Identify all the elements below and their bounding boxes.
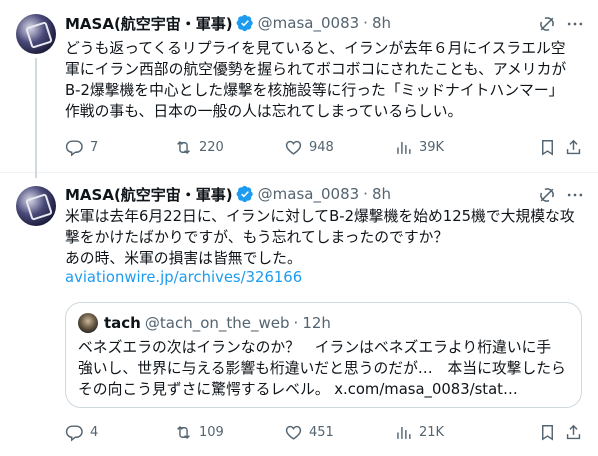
- quote-text: ベネズエラの次はイランなのか？ イランはベネズエラより桁違いに手 強いし、世界に…: [78, 339, 566, 398]
- like-icon: [285, 140, 302, 155]
- views-button[interactable]: 21K: [394, 422, 444, 442]
- bookmark-button[interactable]: [538, 422, 557, 442]
- verified-badge-icon[interactable]: [236, 185, 254, 203]
- bookmark-icon: [542, 139, 553, 156]
- views-icon: [397, 141, 411, 154]
- separator-dot: ·: [363, 185, 368, 203]
- reply-icon: [65, 139, 83, 156]
- like-button[interactable]: 948: [284, 137, 334, 157]
- grok-icon[interactable]: [537, 14, 557, 34]
- reply-count: 7: [90, 139, 99, 155]
- reply-button[interactable]: 4: [65, 422, 98, 442]
- share-icon: [566, 139, 581, 154]
- quote-header: tach @tach_on_the_web · 12h: [78, 313, 331, 333]
- repost-icon: [177, 425, 190, 439]
- repost-count: 109: [199, 424, 224, 440]
- tweet-header: MASA(航空宇宙・軍事) @masa_0083 · 8h: [65, 13, 391, 33]
- reply-count: 4: [90, 424, 99, 440]
- like-icon: [285, 425, 302, 440]
- repost-button[interactable]: 109: [174, 422, 224, 442]
- tweet[interactable]: MASA(航空宇宙・軍事) @masa_0083 · 8h 米軍は去年6月22日…: [0, 173, 598, 456]
- quoted-tweet[interactable]: tach @tach_on_the_web · 12h ベネズエラの次はイランな…: [65, 302, 582, 408]
- share-icon: [566, 424, 581, 439]
- author-name[interactable]: MASA(航空宇宙・軍事): [65, 184, 233, 205]
- like-button[interactable]: 451: [284, 422, 334, 442]
- views-icon: [397, 426, 411, 439]
- quote-timestamp[interactable]: 12h: [302, 314, 331, 332]
- bookmark-button[interactable]: [538, 137, 557, 157]
- repost-icon: [177, 140, 190, 154]
- separator-dot: ·: [293, 314, 299, 332]
- grok-icon[interactable]: [537, 185, 557, 205]
- timestamp[interactable]: 8h: [372, 14, 391, 32]
- tweet-text: 米軍は去年6月22日に、イランに対してB-2爆撃機を始め125機で大規模な攻 撃…: [65, 208, 575, 267]
- repost-button[interactable]: 220: [174, 137, 224, 157]
- more-icon[interactable]: [565, 185, 585, 205]
- action-bar: 7 220 948 39K: [65, 137, 585, 157]
- timestamp[interactable]: 8h: [372, 185, 391, 203]
- tweet-header: MASA(航空宇宙・軍事) @masa_0083 · 8h: [65, 184, 391, 204]
- thread-line: [35, 58, 37, 178]
- article-link[interactable]: aviationwire.jp/archives/326166: [65, 267, 302, 288]
- action-bar: 4 109 451 21K: [65, 422, 585, 442]
- share-button[interactable]: [564, 422, 583, 442]
- like-count: 451: [309, 424, 334, 440]
- share-button[interactable]: [564, 137, 583, 157]
- more-icon[interactable]: [565, 14, 585, 34]
- like-count: 948: [309, 139, 334, 155]
- quote-avatar[interactable]: [78, 313, 98, 333]
- reply-icon: [65, 424, 83, 441]
- author-name[interactable]: MASA(航空宇宙・軍事): [65, 13, 233, 34]
- quote-author-handle[interactable]: @tach_on_the_web: [145, 314, 290, 332]
- avatar[interactable]: [16, 186, 56, 226]
- quote-author-name[interactable]: tach: [104, 314, 141, 332]
- tweet[interactable]: MASA(航空宇宙・軍事) @masa_0083 · 8h どうも返ってくるリプ…: [0, 0, 598, 178]
- author-handle[interactable]: @masa_0083: [258, 14, 359, 32]
- view-count: 39K: [419, 139, 445, 155]
- avatar[interactable]: [16, 14, 56, 54]
- separator-dot: ·: [363, 14, 368, 32]
- author-handle[interactable]: @masa_0083: [258, 185, 359, 203]
- reply-button[interactable]: 7: [65, 137, 98, 157]
- repost-count: 220: [199, 139, 224, 155]
- verified-badge-icon[interactable]: [236, 14, 254, 32]
- bookmark-icon: [542, 424, 553, 441]
- views-button[interactable]: 39K: [394, 137, 444, 157]
- tweet-text: どうも返ってくるリプライを見ていると、イランが去年６月にイスラエル空 軍にイラン…: [65, 40, 567, 120]
- view-count: 21K: [419, 424, 445, 440]
